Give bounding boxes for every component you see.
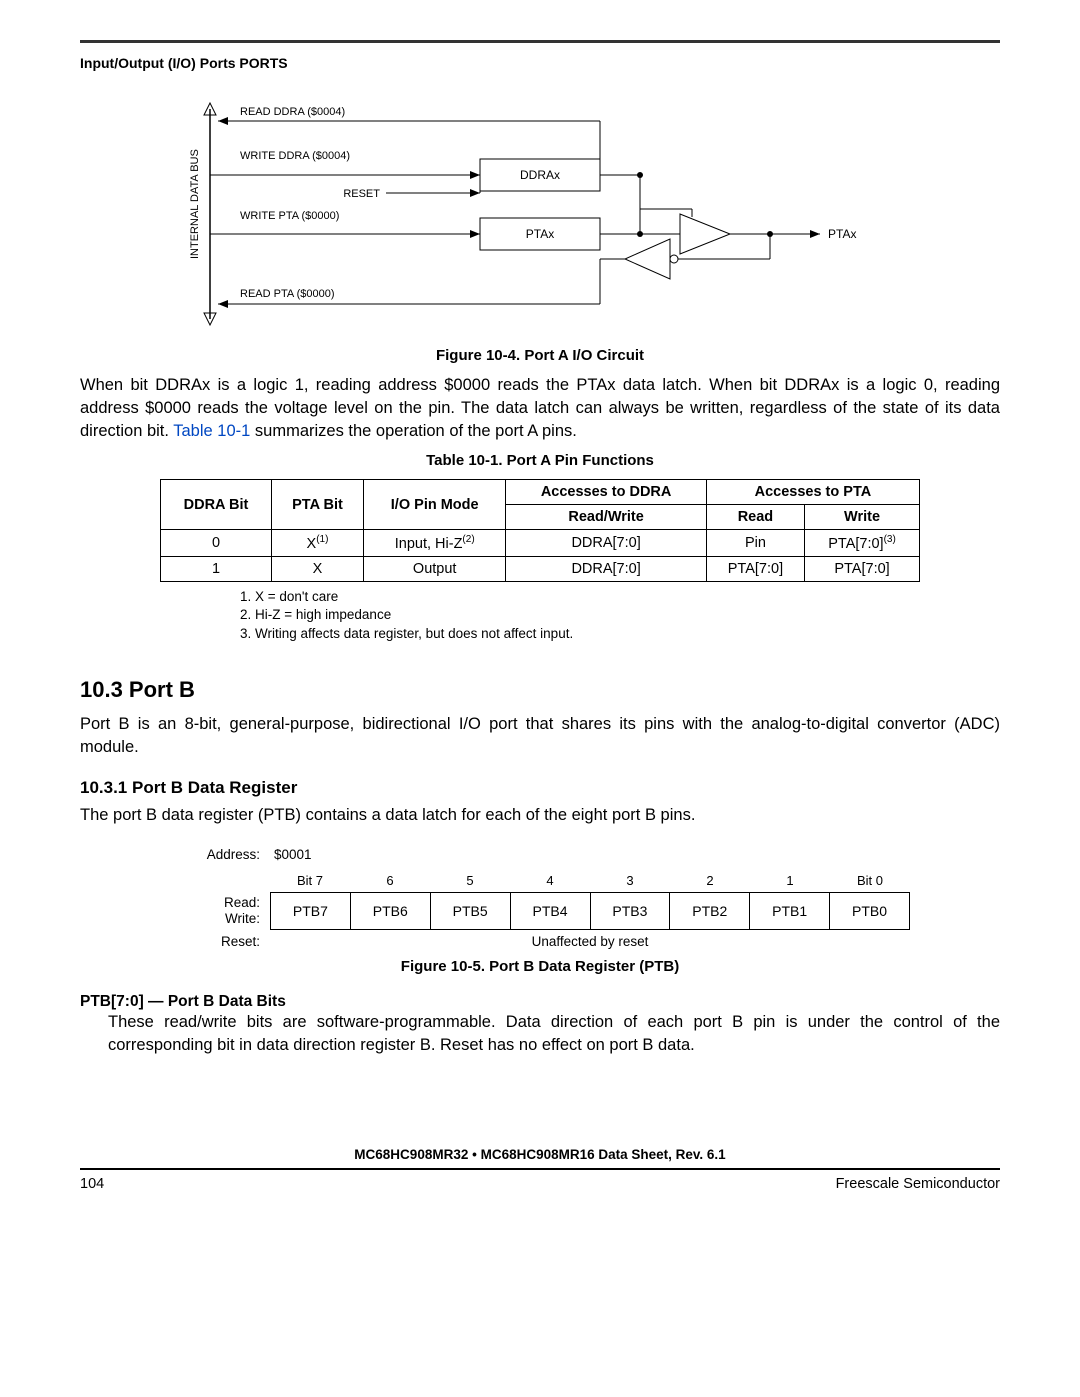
ptb-description: The port B data register (PTB) contains …: [80, 804, 1000, 827]
port-a-description: When bit DDRAx is a logic 1, reading add…: [80, 374, 1000, 442]
bit-label: 5: [430, 873, 510, 892]
cell: Input, Hi-Z(2): [364, 530, 506, 557]
cell: 1: [161, 557, 272, 582]
table-10-1-link[interactable]: Table 10-1: [173, 422, 250, 440]
reset-label: RESET: [343, 188, 380, 200]
ptax-box: PTAx: [526, 227, 554, 241]
cell: PTA[7:0]: [805, 557, 920, 582]
bit-label: 3: [590, 873, 670, 892]
reg-bit-cell: PTB3: [591, 892, 671, 930]
th-write: Write: [805, 505, 920, 530]
read-label: Read:: [170, 895, 260, 911]
footnote-3: 3. Writing affects data register, but do…: [240, 625, 1000, 643]
bit-label: Bit 7: [270, 873, 350, 892]
read-ddra-label: READ DDRA ($0004): [240, 106, 345, 118]
table-footnotes: 1. X = don't care 2. Hi-Z = high impedan…: [240, 588, 1000, 643]
reg-bit-cell: PTB2: [670, 892, 750, 930]
section-header: Input/Output (I/O) Ports PORTS: [80, 55, 1000, 71]
cell: DDRA[7:0]: [506, 530, 706, 557]
cell: Pin: [706, 530, 804, 557]
write-pta-label: WRITE PTA ($0000): [240, 210, 339, 222]
ptax-pin: PTAx: [828, 227, 856, 241]
reg-bit-cell: PTB7: [270, 892, 351, 930]
ptb-register-diagram: Address: $0001 Bit 7 6 5 4 3 2 1 Bit 0 R…: [170, 847, 910, 950]
reset-label: Reset:: [170, 930, 270, 950]
cell: 0: [161, 530, 272, 557]
th-io-mode: I/O Pin Mode: [364, 480, 506, 530]
cell: PTA[7:0](3): [805, 530, 920, 557]
read-pta-label: READ PTA ($0000): [240, 288, 335, 300]
section-10-3-heading: 10.3 Port B: [80, 677, 1000, 703]
th-read: Read: [706, 505, 804, 530]
th-ddra-bit: DDRA Bit: [161, 480, 272, 530]
th-acc-ddra: Accesses to DDRA: [506, 480, 706, 505]
cell: Output: [364, 557, 506, 582]
bit-label: Bit 0: [830, 873, 910, 892]
vendor-name: Freescale Semiconductor: [836, 1176, 1000, 1192]
bit-label: 1: [750, 873, 830, 892]
footer-doc-title: MC68HC908MR32 • MC68HC908MR16 Data Sheet…: [80, 1147, 1000, 1162]
header-rule: [80, 40, 1000, 43]
reg-bit-cell: PTB0: [830, 892, 910, 930]
cell: X(1): [272, 530, 364, 557]
bus-label: INTERNAL DATA BUS: [189, 149, 201, 259]
table-row: 0 X(1) Input, Hi-Z(2) DDRA[7:0] Pin PTA[…: [161, 530, 920, 557]
ptb-bits-body: These read/write bits are software-progr…: [108, 1011, 1000, 1057]
reg-bit-cell: PTB5: [431, 892, 511, 930]
bit-label: 4: [510, 873, 590, 892]
ptb-bits-title: PTB[7:0] — Port B Data Bits: [80, 993, 1000, 1011]
figure-10-5-caption: Figure 10-5. Port B Data Register (PTB): [80, 958, 1000, 975]
page-number: 104: [80, 1176, 104, 1192]
address-label: Address:: [170, 847, 270, 863]
th-acc-pta: Accesses to PTA: [706, 480, 919, 505]
port-a-io-circuit-diagram: INTERNAL DATA BUS READ DDRA ($0004) WRIT…: [180, 89, 900, 339]
figure-10-4-caption: Figure 10-4. Port A I/O Circuit: [80, 347, 1000, 364]
reg-bit-cell: PTB1: [750, 892, 830, 930]
bit-label: 2: [670, 873, 750, 892]
cell: PTA[7:0]: [706, 557, 804, 582]
port-b-description: Port B is an 8-bit, general-purpose, bid…: [80, 713, 1000, 759]
page-footer: MC68HC908MR32 • MC68HC908MR16 Data Sheet…: [80, 1147, 1000, 1192]
bit-label: 6: [350, 873, 430, 892]
para1-after: summarizes the operation of the port A p…: [250, 422, 577, 440]
reg-bit-cell: PTB6: [351, 892, 431, 930]
write-ddra-label: WRITE DDRA ($0004): [240, 150, 350, 162]
write-label: Write:: [170, 911, 260, 927]
th-read-write: Read/Write: [506, 505, 706, 530]
footnote-1: 1. X = don't care: [240, 588, 1000, 606]
address-value: $0001: [270, 847, 910, 863]
port-a-pin-functions-table: DDRA Bit PTA Bit I/O Pin Mode Accesses t…: [160, 479, 920, 582]
table-10-1-caption: Table 10-1. Port A Pin Functions: [80, 452, 1000, 469]
section-10-3-1-heading: 10.3.1 Port B Data Register: [80, 778, 1000, 798]
reg-bit-cell: PTB4: [511, 892, 591, 930]
reset-text: Unaffected by reset: [270, 930, 910, 950]
ddrax-box: DDRAx: [520, 168, 560, 182]
cell: DDRA[7:0]: [506, 557, 706, 582]
th-pta-bit: PTA Bit: [272, 480, 364, 530]
table-row: 1 X Output DDRA[7:0] PTA[7:0] PTA[7:0]: [161, 557, 920, 582]
cell: X: [272, 557, 364, 582]
footnote-2: 2. Hi-Z = high impedance: [240, 606, 1000, 624]
